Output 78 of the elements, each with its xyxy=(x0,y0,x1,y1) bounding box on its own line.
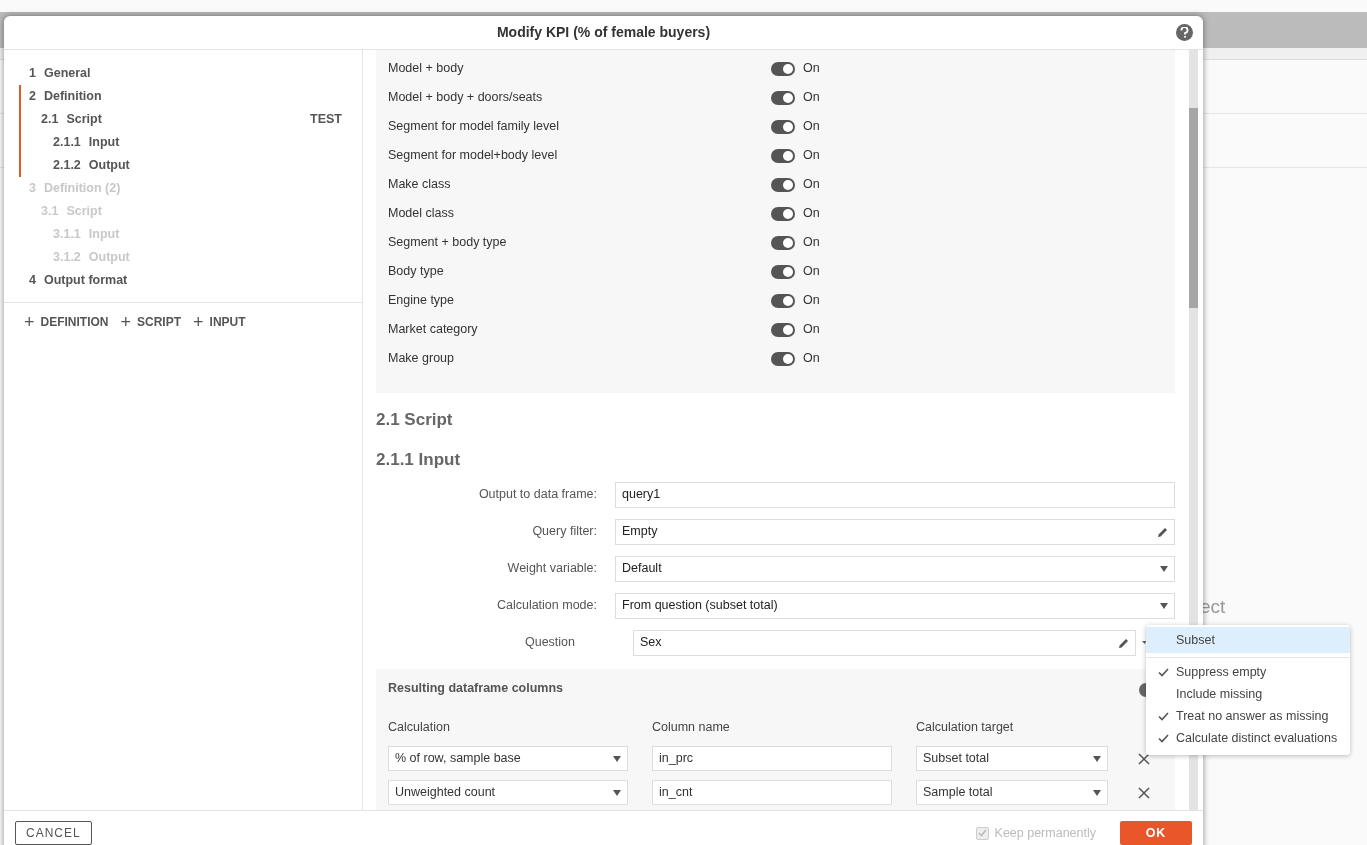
toggle-switch[interactable] xyxy=(771,90,795,105)
field-label: Calculation mode: xyxy=(495,597,598,615)
scrollbar-thumb[interactable] xyxy=(1188,108,1198,308)
add-button[interactable]: + DEFINITION xyxy=(24,313,109,331)
setting-label: Market category xyxy=(388,321,479,339)
input-field[interactable]: query1 xyxy=(615,481,1175,508)
section-heading: 2.1.1 Input xyxy=(376,448,462,471)
column-header: Calculation xyxy=(388,718,451,736)
nav-item[interactable]: 2 Definition xyxy=(21,85,362,108)
column-header: Calculation target xyxy=(916,718,1014,736)
setting-label: Engine type xyxy=(388,292,456,310)
dropdown[interactable]: Unweighted count xyxy=(388,779,628,805)
nav-item[interactable]: 2.1.2 Output xyxy=(21,154,362,177)
setting-label: Make class xyxy=(388,176,452,194)
setting-label: Segment + body type xyxy=(388,234,508,252)
check-icon xyxy=(1158,668,1169,678)
input-field[interactable]: in_cnt xyxy=(652,779,892,805)
menu-item[interactable]: Calculate distinct evaluations xyxy=(1146,727,1350,749)
dropdown[interactable]: Default xyxy=(615,555,1175,582)
checkbox-label: Keep permanently xyxy=(994,824,1096,842)
dialog-title: Modify KPI (% of female buyers) xyxy=(496,23,711,42)
dropdown[interactable]: From question (subset total) xyxy=(615,592,1175,619)
dropdown[interactable]: Subset total xyxy=(916,745,1108,771)
toggle-switch[interactable] xyxy=(771,206,795,221)
toggle-state: On xyxy=(803,234,820,252)
menu-item[interactable]: Suppress empty xyxy=(1146,661,1350,683)
toggle-switch[interactable] xyxy=(771,177,795,192)
cancel-button[interactable]: CANCEL xyxy=(15,821,92,845)
setting-label: Model class xyxy=(388,205,455,223)
toggle-state: On xyxy=(803,176,820,194)
toggle-switch[interactable] xyxy=(771,235,795,250)
menu-item[interactable]: Subset xyxy=(1146,627,1350,653)
input-field[interactable]: Empty xyxy=(615,518,1175,545)
toggle-switch[interactable] xyxy=(771,293,795,308)
toggle-state: On xyxy=(803,292,820,310)
toggle-switch[interactable] xyxy=(771,322,795,337)
dropdown[interactable]: % of row, sample base xyxy=(388,745,628,771)
dropdown[interactable]: Sample total xyxy=(916,779,1108,805)
add-button[interactable]: + SCRIPT xyxy=(120,313,182,331)
menu-item[interactable]: Include missing xyxy=(1146,683,1350,705)
nav-item[interactable]: 2.1.1 Input xyxy=(21,131,362,154)
toggle-switch[interactable] xyxy=(771,264,795,279)
toggle-state: On xyxy=(803,118,820,136)
field-label: Weight variable: xyxy=(506,560,598,578)
section-heading: 2.1 Script xyxy=(376,409,454,431)
check-icon xyxy=(1158,712,1169,722)
toggle-switch[interactable] xyxy=(771,119,795,134)
field-label: Query filter: xyxy=(531,523,598,541)
setting-label: Body type xyxy=(388,263,445,281)
setting-label: Model + body xyxy=(388,60,465,78)
column-header: Column name xyxy=(652,718,731,736)
setting-label: Segment for model+body level xyxy=(388,147,559,165)
panel-title: Resulting dataframe columns xyxy=(388,680,564,697)
toggle-switch[interactable] xyxy=(771,61,795,76)
toggle-state: On xyxy=(803,263,820,281)
setting-label: Make group xyxy=(388,350,455,368)
ok-button[interactable]: OK xyxy=(1120,821,1192,845)
toggle-switch[interactable] xyxy=(771,351,795,366)
toggle-switch[interactable] xyxy=(771,148,795,163)
setting-label: Model + body + doors/seats xyxy=(388,89,544,107)
toggle-state: On xyxy=(803,89,820,107)
toggle-state: On xyxy=(803,350,820,368)
toggle-state: On xyxy=(803,147,820,165)
check-icon xyxy=(1158,734,1169,744)
input-field[interactable]: Sex xyxy=(633,629,1136,656)
setting-label: Segment for model family level xyxy=(388,118,560,136)
nav-item[interactable]: 4 Output format xyxy=(21,269,362,292)
add-button[interactable]: + INPUT xyxy=(193,313,246,331)
toggle-state: On xyxy=(803,60,820,78)
input-field[interactable]: in_prc xyxy=(652,745,892,771)
toggle-state: On xyxy=(803,321,820,339)
field-label: Question xyxy=(524,634,576,652)
nav-item[interactable]: 1 General xyxy=(21,62,362,85)
menu-item[interactable]: Treat no answer as missing xyxy=(1146,705,1350,727)
field-label: Output to data frame: xyxy=(477,486,598,504)
toggle-state: On xyxy=(803,205,820,223)
nav-item[interactable]: 2.1 Script TEST xyxy=(21,108,362,131)
help-icon[interactable] xyxy=(1176,24,1193,41)
